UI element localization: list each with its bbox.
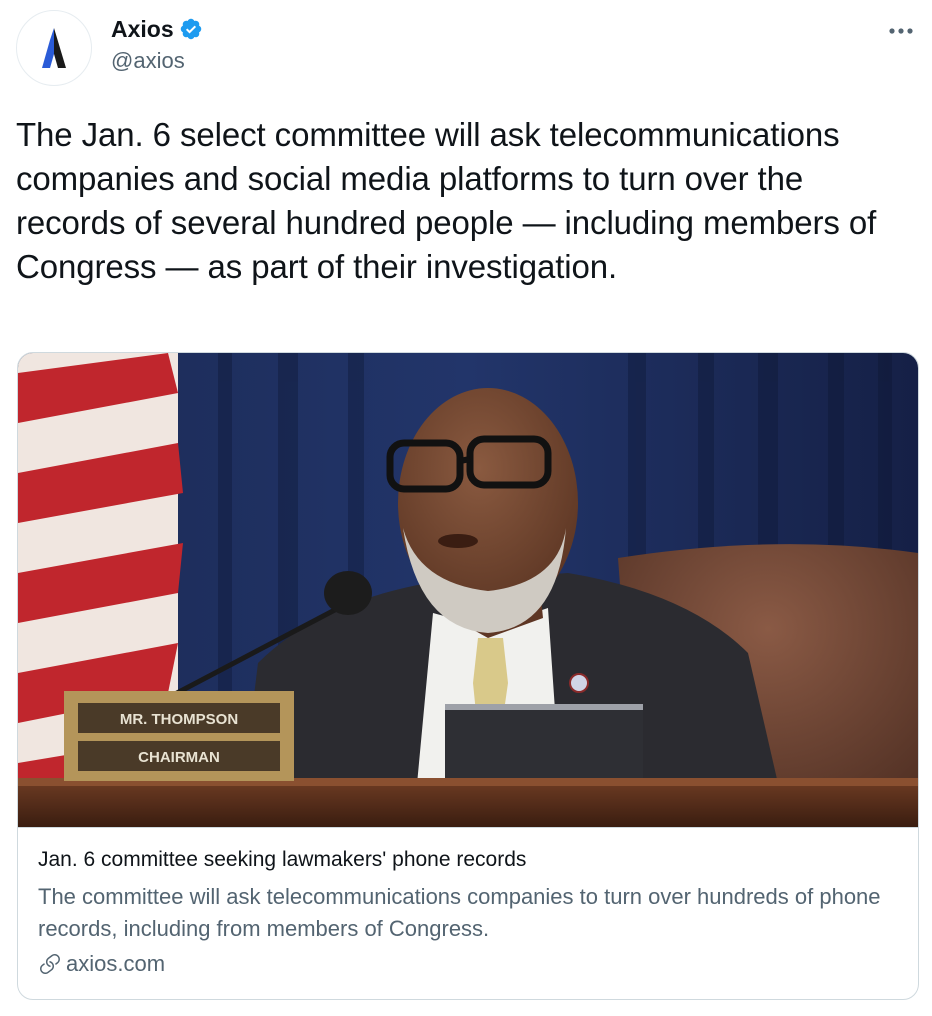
more-options-icon: [889, 28, 913, 34]
avatar[interactable]: [16, 10, 92, 86]
card-divider: [18, 827, 918, 828]
verified-badge-icon: [180, 18, 201, 40]
author-name-row[interactable]: Axios: [111, 14, 203, 44]
link-card[interactable]: MR. THOMPSON CHAIRMAN Jan. 6 committee s…: [17, 352, 919, 1000]
more-options-button[interactable]: [884, 14, 918, 48]
link-icon: [40, 954, 60, 975]
nameplate-name: MR. THOMPSON: [120, 711, 238, 728]
card-photo: MR. THOMPSON CHAIRMAN: [18, 353, 918, 827]
author-handle[interactable]: @axios: [111, 48, 185, 74]
card-title[interactable]: Jan. 6 committee seeking lawmakers' phon…: [38, 848, 526, 872]
author-display-name[interactable]: Axios: [111, 16, 174, 43]
nameplate-title: CHAIRMAN: [138, 749, 220, 766]
card-domain[interactable]: axios.com: [38, 951, 165, 977]
tweet-text: The Jan. 6 select committee will ask tel…: [16, 116, 877, 285]
card-image[interactable]: MR. THOMPSON CHAIRMAN: [18, 353, 918, 827]
axios-logo-icon: [42, 28, 66, 68]
tweet: Axios @axios The Jan. 6 select committee…: [0, 0, 932, 1016]
card-description[interactable]: The committee will ask telecommunication…: [38, 881, 908, 945]
card-domain-text[interactable]: axios.com: [66, 951, 165, 977]
